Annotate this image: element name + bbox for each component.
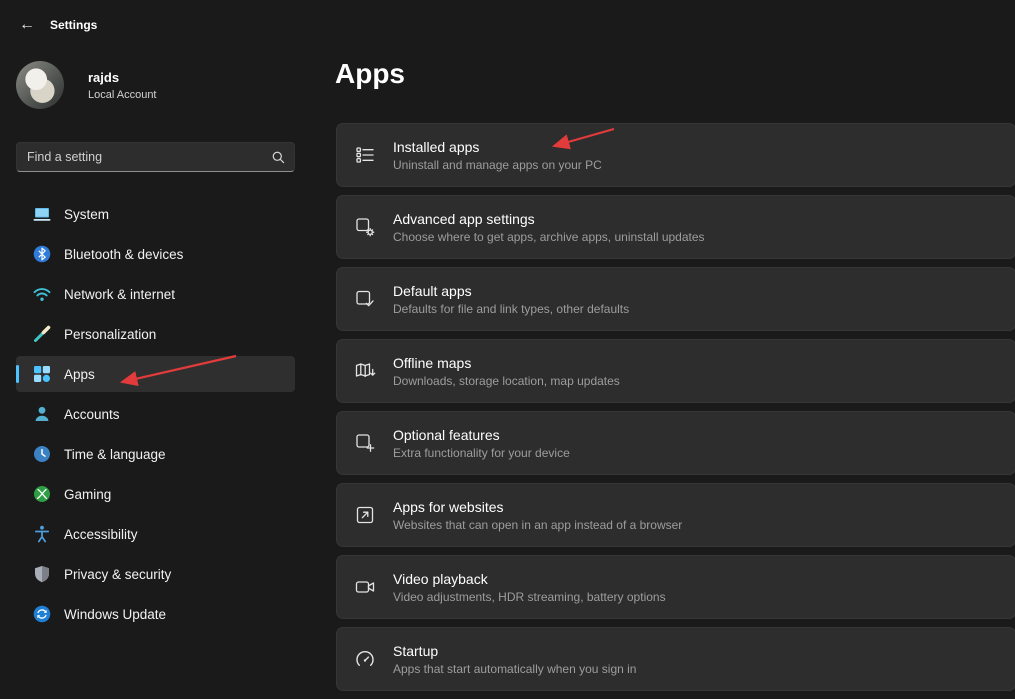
account-header[interactable]: rajds Local Account (16, 61, 157, 109)
accessibility-icon (32, 524, 52, 544)
time-language-icon (32, 444, 52, 464)
sidebar-item-network-internet[interactable]: Network & internet (16, 276, 295, 312)
avatar[interactable] (16, 61, 64, 109)
sidebar-item-label: System (64, 207, 109, 222)
card-title: Optional features (393, 427, 570, 443)
card-subtitle: Video adjustments, HDR streaming, batter… (393, 590, 666, 604)
window-title: Settings (50, 18, 97, 32)
card-installed-apps[interactable]: Installed apps Uninstall and manage apps… (336, 123, 1015, 187)
card-default-apps[interactable]: Default apps Defaults for file and link … (336, 267, 1015, 331)
sidebar-item-label: Apps (64, 367, 95, 382)
sidebar-item-label: Time & language (64, 447, 166, 462)
card-apps-for-websites[interactable]: Apps for websites Websites that can open… (336, 483, 1015, 547)
card-title: Startup (393, 643, 636, 659)
sidebar-item-label: Windows Update (64, 607, 166, 622)
privacy-icon (32, 564, 52, 584)
back-button[interactable]: ← (12, 12, 42, 38)
account-type: Local Account (88, 89, 157, 101)
back-arrow-icon: ← (19, 16, 35, 34)
settings-card-list: Installed apps Uninstall and manage apps… (336, 123, 1015, 699)
system-icon (32, 204, 52, 224)
sidebar-nav: System Bluetooth & devices Network & int… (16, 196, 295, 636)
card-startup[interactable]: Startup Apps that start automatically wh… (336, 627, 1015, 691)
card-optional-features[interactable]: Optional features Extra functionality fo… (336, 411, 1015, 475)
sidebar-item-time-language[interactable]: Time & language (16, 436, 295, 472)
advanced-app-settings-icon (354, 216, 376, 238)
page-title: Apps (335, 58, 405, 90)
card-title: Default apps (393, 283, 629, 299)
sidebar-item-label: Accounts (64, 407, 120, 422)
sidebar-item-windows-update[interactable]: Windows Update (16, 596, 295, 632)
offline-maps-icon (354, 360, 376, 382)
card-title: Apps for websites (393, 499, 682, 515)
sidebar-item-label: Privacy & security (64, 567, 171, 582)
apps-for-websites-icon (354, 504, 376, 526)
sidebar-item-label: Bluetooth & devices (64, 247, 183, 262)
card-subtitle: Websites that can open in an app instead… (393, 518, 682, 532)
windows-update-icon (32, 604, 52, 624)
network-icon (32, 284, 52, 304)
card-title: Video playback (393, 571, 666, 587)
sidebar-item-bluetooth-devices[interactable]: Bluetooth & devices (16, 236, 295, 272)
sidebar-item-privacy-security[interactable]: Privacy & security (16, 556, 295, 592)
sidebar-item-personalization[interactable]: Personalization (16, 316, 295, 352)
personalization-icon (32, 324, 52, 344)
card-subtitle: Choose where to get apps, archive apps, … (393, 230, 705, 244)
sidebar-item-apps[interactable]: Apps (16, 356, 295, 392)
search-icon[interactable] (271, 150, 286, 165)
card-subtitle: Extra functionality for your device (393, 446, 570, 460)
user-name: rajds (88, 70, 157, 85)
sidebar-item-gaming[interactable]: Gaming (16, 476, 295, 512)
card-video-playback[interactable]: Video playback Video adjustments, HDR st… (336, 555, 1015, 619)
startup-icon (354, 648, 376, 670)
card-subtitle: Apps that start automatically when you s… (393, 662, 636, 676)
bluetooth-icon (32, 244, 52, 264)
default-apps-icon (354, 288, 376, 310)
sidebar-item-label: Accessibility (64, 527, 138, 542)
accounts-icon (32, 404, 52, 424)
sidebar-item-label: Gaming (64, 487, 111, 502)
sidebar-item-accessibility[interactable]: Accessibility (16, 516, 295, 552)
apps-icon (32, 364, 52, 384)
optional-features-icon (354, 432, 376, 454)
sidebar-item-accounts[interactable]: Accounts (16, 396, 295, 432)
gaming-icon (32, 484, 52, 504)
sidebar-item-label: Personalization (64, 327, 156, 342)
card-advanced-app-settings[interactable]: Advanced app settings Choose where to ge… (336, 195, 1015, 259)
installed-apps-icon (354, 144, 376, 166)
sidebar-item-system[interactable]: System (16, 196, 295, 232)
search-box[interactable] (16, 142, 295, 172)
card-subtitle: Downloads, storage location, map updates (393, 374, 620, 388)
video-playback-icon (354, 576, 376, 598)
search-input[interactable] (27, 150, 271, 164)
card-title: Offline maps (393, 355, 620, 371)
card-title: Advanced app settings (393, 211, 705, 227)
card-title: Installed apps (393, 139, 602, 155)
card-offline-maps[interactable]: Offline maps Downloads, storage location… (336, 339, 1015, 403)
card-subtitle: Defaults for file and link types, other … (393, 302, 629, 316)
sidebar-item-label: Network & internet (64, 287, 175, 302)
card-subtitle: Uninstall and manage apps on your PC (393, 158, 602, 172)
